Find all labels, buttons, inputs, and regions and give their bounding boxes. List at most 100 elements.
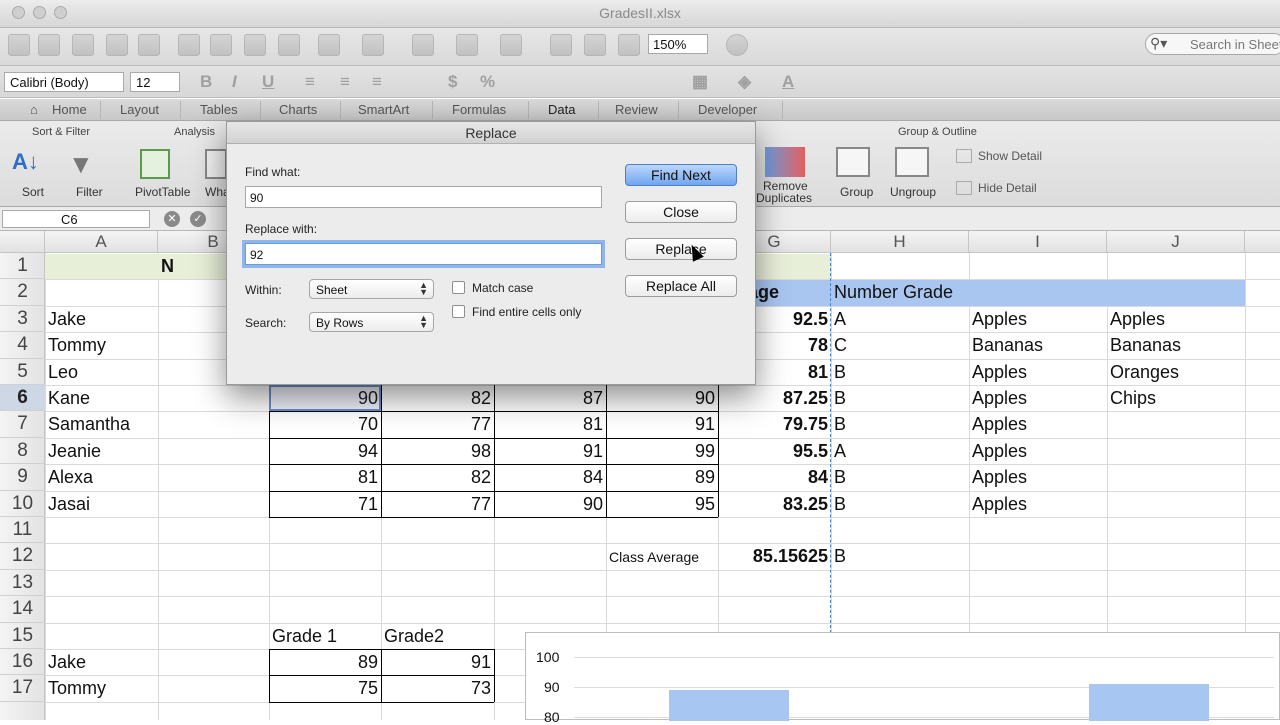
sort-button[interactable]: Sort: [22, 185, 44, 199]
student-name-cell[interactable]: Jake: [48, 309, 155, 331]
grade-cell[interactable]: 94: [272, 441, 378, 463]
row-header[interactable]: 13: [0, 570, 45, 597]
grade-cell[interactable]: 95: [609, 494, 715, 516]
student-name-cell[interactable]: Tommy: [48, 335, 155, 357]
col-header-i[interactable]: I: [969, 231, 1107, 253]
grade-cell[interactable]: 91: [609, 414, 715, 436]
item-cell[interactable]: Chips: [1110, 388, 1242, 410]
font-size-select[interactable]: 12: [130, 72, 180, 92]
row-header[interactable]: 15: [0, 623, 45, 649]
class-average-value[interactable]: 85.15625: [721, 546, 828, 568]
item-cell[interactable]: Apples: [972, 467, 1104, 489]
letter-grade-cell[interactable]: A: [834, 309, 966, 331]
print-icon[interactable]: [138, 34, 160, 56]
grade-cell[interactable]: 90: [609, 388, 715, 410]
selected-cell-c6[interactable]: [269, 385, 381, 412]
grade-cell[interactable]: 90: [497, 494, 603, 516]
grade-cell[interactable]: 82: [384, 467, 491, 489]
chart-bar[interactable]: [669, 690, 789, 721]
remove-duplicates-icon[interactable]: [765, 147, 805, 177]
help-icon[interactable]: [726, 34, 748, 56]
search-order-select[interactable]: By Rows ▲ ▼: [309, 312, 434, 332]
replace-button[interactable]: Replace: [625, 238, 737, 260]
row-header[interactable]: 9: [0, 464, 45, 491]
row-header[interactable]: 7: [0, 411, 45, 438]
row-header[interactable]: 12: [0, 543, 45, 570]
tab-home[interactable]: Home: [52, 102, 87, 117]
grade-cell[interactable]: 91: [384, 652, 491, 674]
grade-cell[interactable]: 87: [497, 388, 603, 410]
align-left-icon[interactable]: ≡: [305, 72, 315, 92]
student-name-cell[interactable]: Samantha: [48, 414, 155, 436]
row-header[interactable]: 3: [0, 306, 45, 333]
remove-duplicates-label-2[interactable]: Duplicates: [756, 191, 812, 205]
font-select[interactable]: Calibri (Body): [4, 72, 124, 92]
letter-grade-cell[interactable]: A: [834, 441, 966, 463]
media-icon[interactable]: [618, 34, 640, 56]
group-button[interactable]: Group: [840, 185, 873, 199]
borders-icon[interactable]: ▦: [692, 72, 708, 92]
function-icon[interactable]: [550, 34, 572, 56]
percent-icon[interactable]: %: [480, 72, 495, 92]
align-right-icon[interactable]: ≡: [372, 72, 382, 92]
letter-grade-cell[interactable]: C: [834, 335, 966, 357]
underline-icon[interactable]: U: [262, 72, 274, 92]
grade-cell[interactable]: 82: [384, 388, 491, 410]
close-button[interactable]: Close: [625, 201, 737, 223]
item-cell[interactable]: Bananas: [1110, 335, 1242, 357]
replace-all-button[interactable]: Replace All: [625, 275, 737, 297]
average-cell[interactable]: 95.5: [721, 441, 828, 463]
row-header[interactable]: 4: [0, 332, 45, 359]
align-center-icon[interactable]: ≡: [340, 72, 350, 92]
row-header[interactable]: 11: [0, 517, 45, 544]
tab-formulas[interactable]: Formulas: [452, 102, 506, 117]
grade-cell[interactable]: 81: [497, 414, 603, 436]
grade-cell[interactable]: 71: [272, 494, 378, 516]
undo-icon[interactable]: [318, 34, 340, 56]
number-grade-header-cell[interactable]: Number Grade: [834, 282, 1104, 304]
row-header[interactable]: 8: [0, 438, 45, 465]
cancel-icon[interactable]: ✕: [164, 211, 180, 227]
show-detail-button[interactable]: Show Detail: [978, 149, 1042, 163]
row-header[interactable]: 10: [0, 491, 45, 517]
zoom-select[interactable]: 150%: [648, 34, 708, 54]
average-cell[interactable]: 87.25: [721, 388, 828, 410]
italic-icon[interactable]: I: [232, 72, 237, 92]
replace-with-input[interactable]: 92: [245, 243, 602, 265]
whatif-icon[interactable]: [205, 149, 227, 179]
student-name-cell[interactable]: Jeanie: [48, 441, 155, 463]
class-average-label[interactable]: Class Average: [609, 546, 715, 568]
redo-icon[interactable]: [362, 34, 384, 56]
autosum-icon[interactable]: [412, 34, 434, 56]
letter-grade-cell[interactable]: B: [834, 388, 966, 410]
row-header[interactable]: 1: [0, 253, 45, 280]
item-cell[interactable]: Apples: [1110, 309, 1242, 331]
item-cell[interactable]: Apples: [972, 494, 1104, 516]
sort-icon[interactable]: A↓: [12, 149, 44, 179]
col-header-a[interactable]: A: [45, 231, 158, 253]
grade-cell[interactable]: 98: [384, 441, 491, 463]
select-all-corner[interactable]: [0, 231, 45, 253]
save-icon[interactable]: [106, 34, 128, 56]
grade2-header-cell[interactable]: Grade2: [384, 626, 491, 648]
gallery-icon[interactable]: [38, 34, 60, 56]
fill-color-icon[interactable]: ◈: [738, 72, 751, 92]
filter-button[interactable]: Filter: [76, 185, 103, 199]
grade-cell[interactable]: 81: [272, 467, 378, 489]
row-header[interactable]: 6: [0, 385, 45, 412]
pivottable-icon[interactable]: [140, 149, 170, 179]
student-name-cell[interactable]: Kane: [48, 388, 155, 410]
row-header[interactable]: 2: [0, 279, 45, 306]
within-select[interactable]: Sheet ▲ ▼: [309, 279, 434, 299]
row-header[interactable]: 5: [0, 359, 45, 385]
item-cell[interactable]: Apples: [972, 441, 1104, 463]
grade-cell[interactable]: 77: [384, 414, 491, 436]
hide-detail-button[interactable]: Hide Detail: [978, 181, 1037, 195]
item-cell[interactable]: Oranges: [1110, 362, 1242, 384]
tab-developer[interactable]: Developer: [698, 102, 757, 117]
tab-smartart[interactable]: SmartArt: [358, 102, 409, 117]
item-cell[interactable]: Apples: [972, 388, 1104, 410]
grade-cell[interactable]: 91: [497, 441, 603, 463]
tab-layout[interactable]: Layout: [120, 102, 159, 117]
average-cell[interactable]: 84: [721, 467, 828, 489]
